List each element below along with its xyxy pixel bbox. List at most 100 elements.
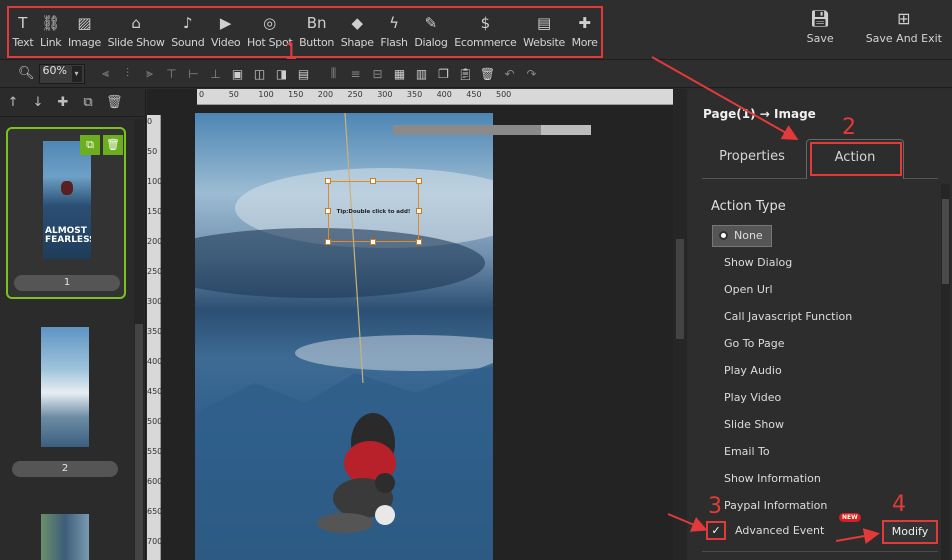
action-option-none[interactable]: None (712, 222, 912, 249)
ruler-tick-label: 600 (147, 477, 163, 486)
panel-tabs: Properties Action (702, 139, 938, 179)
send-back-icon[interactable]: ▤ (293, 67, 315, 81)
save-and-exit-button[interactable]: ⊞ Save And Exit (866, 8, 942, 45)
action-option-email-to[interactable]: Email To (712, 438, 912, 465)
radio-icon[interactable] (719, 231, 728, 240)
tool-ecommerce-button[interactable]: $ Ecommerce (451, 8, 520, 56)
resize-handle[interactable] (370, 239, 376, 245)
action-option-slide-show[interactable]: Slide Show (712, 411, 912, 438)
ruler-tick-label: 0 (147, 117, 153, 126)
marker-3: 3 (708, 494, 722, 519)
action-option-play-video[interactable]: Play Video (712, 384, 912, 411)
resize-handle[interactable] (416, 239, 422, 245)
tool-text-button[interactable]: T Text (9, 8, 37, 56)
align-left-icon[interactable]: ⫷ (95, 66, 117, 81)
resize-handle[interactable] (416, 208, 422, 214)
tab-action[interactable]: Action (806, 139, 904, 179)
resize-handle[interactable] (370, 178, 376, 184)
delete-page-icon[interactable]: 🗑︎ (106, 95, 123, 110)
bring-front-icon[interactable]: ▣ (227, 67, 249, 81)
chevron-down-icon[interactable]: ▾ (71, 65, 82, 82)
tool-flash-button[interactable]: ϟ Flash (377, 8, 411, 56)
zoom-select[interactable]: 60% ▾ (38, 63, 85, 84)
move-up-icon[interactable]: ↑ (6, 95, 20, 110)
move-down-icon[interactable]: ↓ (31, 95, 45, 110)
tool-dialog-button[interactable]: ✎ Dialog (411, 8, 451, 56)
ruler-tick-label: 350 (147, 327, 163, 336)
distribute-v-icon[interactable]: ≡ (345, 67, 367, 81)
action-option-paypal-information[interactable]: Paypal Information (712, 492, 912, 519)
align-bottom-icon[interactable]: ⊥ (205, 67, 227, 81)
duplicate-page-icon[interactable]: ⧉ (81, 95, 95, 110)
page-card-2[interactable]: 2 (6, 319, 126, 479)
panel-scrollbar-thumb[interactable] (942, 199, 949, 284)
dollar-icon: $ (480, 14, 491, 32)
modify-button[interactable]: Modify (882, 520, 938, 544)
resize-handle[interactable] (416, 178, 422, 184)
copy-icon[interactable]: ❐ (433, 67, 455, 81)
advanced-event-checkbox[interactable]: ✓ (706, 520, 726, 540)
tool-shape-button[interactable]: ◆ Shape (337, 8, 377, 56)
tool-label: Sound (171, 36, 205, 49)
tool-label: Video (211, 36, 241, 49)
action-option-call-javascript-function[interactable]: Call Javascript Function (712, 303, 912, 330)
action-option-play-audio[interactable]: Play Audio (712, 357, 912, 384)
add-page-icon[interactable]: ✚ (56, 95, 70, 110)
delete-page-button[interactable]: 🗑︎ (103, 135, 123, 155)
pages-scrollbar-thumb[interactable] (135, 324, 143, 560)
ruler-tick-label: 700 (147, 537, 163, 546)
canvas-scrollbar[interactable] (673, 89, 687, 560)
save-button[interactable]: 💾︎ Save (807, 8, 834, 45)
distribute-h-icon[interactable]: ⫼ (323, 66, 345, 81)
selected-text-element[interactable]: Tip:Double click to add! (325, 178, 422, 245)
tool-more-button[interactable]: ✚ More (568, 8, 601, 56)
resize-handle[interactable] (325, 208, 331, 214)
align-center-icon[interactable]: ⫶ (117, 66, 139, 81)
ruler-tick-label: 250 (147, 267, 163, 276)
undo-icon[interactable]: ↶ (499, 67, 521, 81)
paste-icon[interactable]: 📋︎ (455, 67, 477, 81)
grid-icon[interactable]: ▦ (389, 67, 411, 81)
resize-handle[interactable] (325, 239, 331, 245)
canvas-area: 0 50 100 150 200 250 300 350 400 450 500 0 50 100 150… (147, 89, 687, 560)
hotspot-icon: ◎ (263, 14, 277, 32)
tool-link-button[interactable]: ⛓ Link (37, 8, 65, 56)
action-option-open-url[interactable]: Open Url (712, 276, 912, 303)
same-width-icon[interactable]: ⊟ (367, 67, 389, 81)
tab-action-highlight (810, 142, 902, 176)
tool-image-button[interactable]: ▨ Image (65, 8, 105, 56)
align-right-icon[interactable]: ⫸ (139, 66, 161, 81)
resize-handle[interactable] (325, 178, 331, 184)
trash-icon[interactable]: 🗑︎ (477, 67, 499, 81)
horizontal-ruler: 0 50 100 150 200 250 300 350 400 450 500 (197, 89, 673, 105)
action-option-show-information[interactable]: Show Information (712, 465, 912, 492)
send-backward-icon[interactable]: ◨ (271, 67, 293, 81)
save-group: 💾︎ Save ⊞ Save And Exit (807, 8, 942, 45)
canvas-scrollbar-thumb[interactable] (676, 239, 684, 339)
lock-icon[interactable]: ▥ (411, 67, 433, 81)
tool-website-button[interactable]: ▤ Website (520, 8, 568, 56)
action-option-label: Open Url (724, 283, 773, 296)
panel-scrollbar[interactable] (941, 184, 950, 560)
align-top-icon[interactable]: ⊤ (161, 67, 183, 81)
tool-video-button[interactable]: ▶ Video (208, 8, 244, 56)
copy-page-button[interactable]: ⧉ (80, 135, 100, 155)
tab-properties[interactable]: Properties (702, 139, 802, 179)
redo-icon[interactable]: ↷ (521, 67, 543, 81)
tool-sound-button[interactable]: ♪ Sound (168, 8, 208, 56)
page-card-3[interactable] (6, 504, 126, 560)
thumb-title-text: ALMOST FEARLESS (45, 227, 91, 245)
align-middle-icon[interactable]: ⊢ (183, 67, 205, 81)
page-card-1[interactable]: ALMOST FEARLESS ⧉ 🗑︎ 1 (6, 127, 126, 299)
action-option-show-dialog[interactable]: Show Dialog (712, 249, 912, 276)
tool-button-button[interactable]: Bn Button (296, 8, 338, 56)
ruler-tick-label: 400 (436, 90, 452, 99)
action-option-go-to-page[interactable]: Go To Page (712, 330, 912, 357)
pages-scrollbar[interactable] (134, 119, 144, 560)
tool-slide-show-button[interactable]: ⌂ Slide Show (104, 8, 168, 56)
new-badge: NEW (839, 513, 861, 522)
floppy-exit-icon: ⊞ (897, 9, 911, 28)
zoom-icon: 🔍︎ (18, 66, 35, 81)
bring-forward-icon[interactable]: ◫ (249, 67, 271, 81)
pages-toolbar: ↑ ↓ ✚ ⧉ 🗑︎ (0, 89, 145, 117)
